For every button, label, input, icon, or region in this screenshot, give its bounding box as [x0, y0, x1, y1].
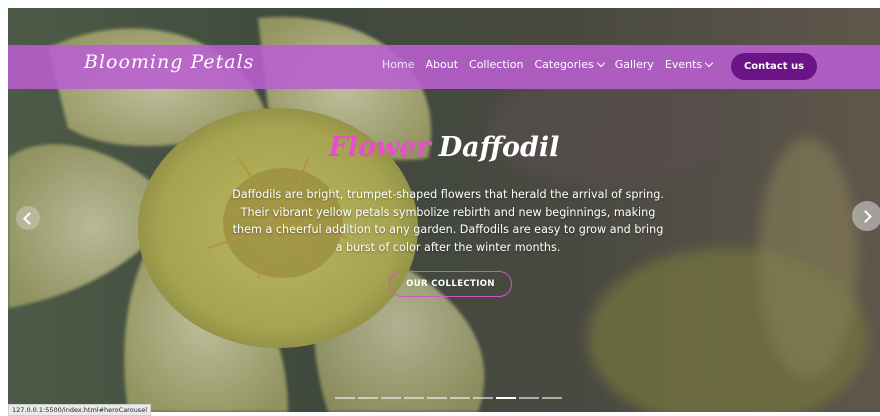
status-bar-url: 127.0.0.1:5500/index.html#heroCarousel: [8, 404, 151, 416]
nav-item-label: Events: [664, 58, 703, 71]
hero-description: Daffodils are bright, trumpet-shaped flo…: [232, 188, 664, 254]
nav-item-categories[interactable]: Categories: [534, 58, 605, 71]
nav-item-collection[interactable]: Collection: [469, 58, 523, 71]
chevron-left-icon: [23, 211, 36, 225]
brand-logo[interactable]: Blooming Petals: [84, 51, 254, 73]
nav-menu: Home About Collection Categories Gallery…: [382, 58, 723, 71]
carousel-indicator[interactable]: [542, 397, 562, 399]
nav-item-label: Home: [382, 58, 415, 71]
contact-us-button[interactable]: Contact us: [731, 53, 817, 80]
carousel-indicator[interactable]: [450, 397, 470, 399]
hero-carousel: Blooming Petals Home About Collection Ca…: [8, 8, 880, 412]
nav-item-events[interactable]: Events: [664, 58, 714, 71]
nav-item-label: About: [425, 58, 459, 71]
carousel-indicator[interactable]: [335, 397, 355, 399]
hero-title-accent: Flower: [328, 132, 431, 163]
carousel-indicator[interactable]: [358, 397, 378, 399]
navbar: Blooming Petals Home About Collection Ca…: [8, 45, 880, 89]
carousel-prev-button[interactable]: [16, 206, 40, 230]
nav-item-gallery[interactable]: Gallery: [615, 58, 654, 71]
chevron-right-icon: [859, 209, 872, 223]
nav-item-label: Collection: [469, 58, 524, 71]
carousel-next-button[interactable]: [852, 201, 880, 231]
carousel-indicator[interactable]: [427, 397, 447, 399]
chevron-down-icon: [596, 58, 605, 67]
carousel-indicator[interactable]: [381, 397, 401, 399]
carousel-indicator[interactable]: [496, 397, 516, 399]
hero-title: Flower Daffodil: [8, 132, 880, 163]
our-collection-button[interactable]: OUR COLLECTION: [389, 271, 512, 297]
carousel-indicators: [335, 397, 565, 399]
carousel-indicator[interactable]: [404, 397, 424, 399]
nav-item-label: Categories: [534, 58, 594, 71]
nav-item-about[interactable]: About: [425, 58, 458, 71]
chevron-down-icon: [704, 58, 714, 67]
carousel-indicator[interactable]: [473, 397, 493, 399]
carousel-indicator[interactable]: [519, 397, 539, 399]
nav-item-home[interactable]: Home: [382, 58, 414, 71]
nav-item-label: Gallery: [614, 58, 654, 71]
hero-title-main: Daffodil: [438, 132, 560, 163]
